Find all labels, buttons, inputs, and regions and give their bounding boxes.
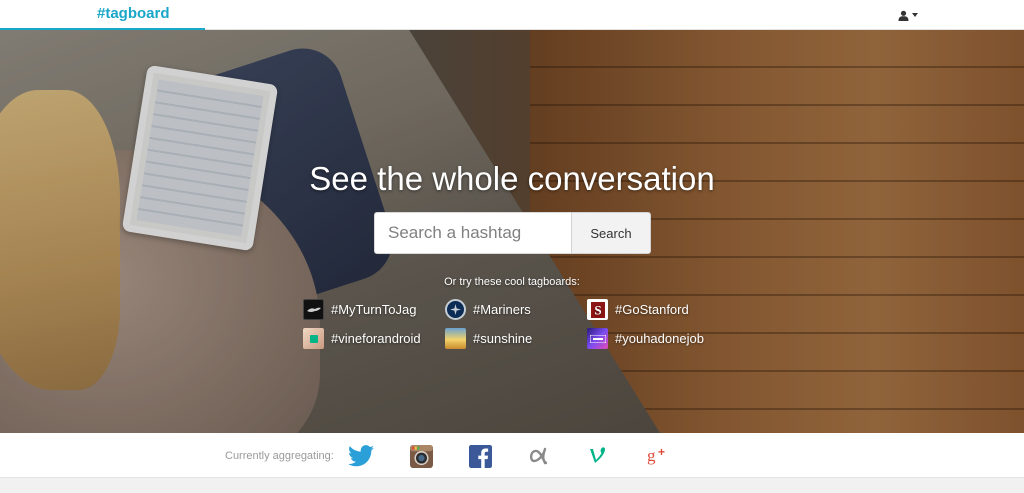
user-menu-dropdown[interactable] [898, 7, 920, 23]
tagboard-label: #sunshine [473, 331, 533, 346]
caret-down-icon [912, 13, 918, 17]
page-bottom-strip [0, 477, 1024, 493]
tagboard-link-vineforandroid[interactable]: #vineforandroid [303, 328, 421, 349]
vine-android-icon [303, 328, 324, 349]
svg-text:+: + [658, 445, 665, 459]
tagboard-label: #GoStanford [615, 302, 689, 317]
tagboard-label: #vineforandroid [331, 331, 421, 346]
brand-logo[interactable]: #tagboard [97, 5, 170, 22]
aggregating-footer: Currently aggregating: g + [0, 433, 1024, 477]
tagboard-label: #MyTurnToJag [331, 302, 417, 317]
facebook-icon[interactable] [467, 443, 493, 469]
svg-text:g: g [647, 446, 656, 465]
tagboard-link-sunshine[interactable]: #sunshine [445, 328, 532, 349]
stanford-logo-icon: S [587, 299, 608, 320]
hero-headline: See the whole conversation [309, 160, 715, 197]
try-tagboards-label: Or try these cool tagboards: [444, 276, 580, 288]
tagboard-link-youhadonejob[interactable]: #youhadonejob [587, 328, 704, 349]
aggregating-label: Currently aggregating: [225, 450, 334, 462]
svg-text:S: S [594, 302, 601, 317]
top-navbar: #tagboard [0, 0, 1024, 30]
user-icon [898, 10, 909, 21]
youhadonejob-photo-icon [587, 328, 608, 349]
appnet-icon[interactable] [526, 443, 552, 469]
twitter-icon[interactable] [348, 443, 374, 469]
hashtag-search-input[interactable] [374, 212, 572, 254]
instagram-icon[interactable] [408, 443, 434, 469]
jaguar-logo-icon [303, 299, 324, 320]
tagboard-link-myturntojag[interactable]: #MyTurnToJag [303, 299, 417, 320]
search-button[interactable]: Search [571, 212, 651, 254]
google-plus-icon[interactable]: g + [645, 443, 671, 469]
tagboard-link-gostanford[interactable]: S #GoStanford [587, 299, 689, 320]
tagboard-link-mariners[interactable]: #Mariners [445, 299, 531, 320]
mariners-logo-icon [445, 299, 466, 320]
hero-banner: See the whole conversation Search Or try… [0, 30, 1024, 433]
tagboard-label: #Mariners [473, 302, 531, 317]
tagboard-label: #youhadonejob [615, 331, 704, 346]
sunshine-photo-icon [445, 328, 466, 349]
vine-icon[interactable] [585, 443, 611, 469]
